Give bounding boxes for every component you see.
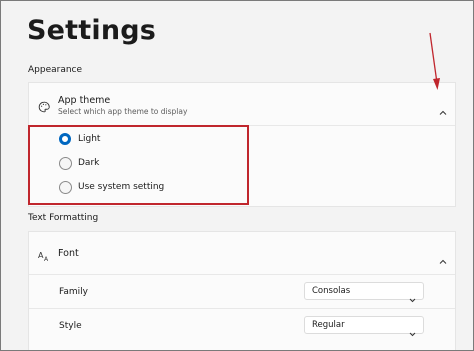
- font-divider: [29, 274, 455, 275]
- style-dropdown[interactable]: Regular: [304, 316, 424, 337]
- font-header[interactable]: A A Font: [29, 232, 455, 274]
- chevron-up-icon[interactable]: [439, 101, 447, 120]
- section-label-appearance: Appearance: [28, 65, 83, 75]
- font-row-divider: [29, 308, 455, 309]
- style-label: Style: [59, 321, 82, 331]
- chevron-up-icon[interactable]: [439, 250, 447, 269]
- font-card: A A Font Family Consolas Style Regular: [28, 231, 456, 350]
- app-theme-subtitle: Select which app theme to display: [58, 107, 188, 116]
- section-label-text-formatting: Text Formatting: [28, 213, 99, 223]
- chevron-down-icon: [409, 288, 416, 307]
- app-theme-header[interactable]: App theme Select which app theme to disp…: [29, 83, 455, 125]
- palette-icon: [38, 98, 50, 117]
- highlight-box: [28, 125, 249, 205]
- app-theme-title: App theme: [58, 95, 111, 106]
- family-label: Family: [59, 287, 88, 297]
- svg-text:A: A: [44, 256, 49, 262]
- page-title: Settings: [27, 15, 157, 46]
- family-dropdown-value: Consolas: [312, 286, 351, 296]
- chevron-down-icon: [409, 322, 416, 341]
- font-title: Font: [58, 248, 79, 259]
- style-dropdown-value: Regular: [312, 320, 345, 330]
- settings-window: Settings Appearance App theme Select whi…: [0, 0, 474, 351]
- family-dropdown[interactable]: Consolas: [304, 282, 424, 303]
- annotation-arrow: [429, 32, 440, 90]
- font-size-icon: A A: [38, 247, 52, 266]
